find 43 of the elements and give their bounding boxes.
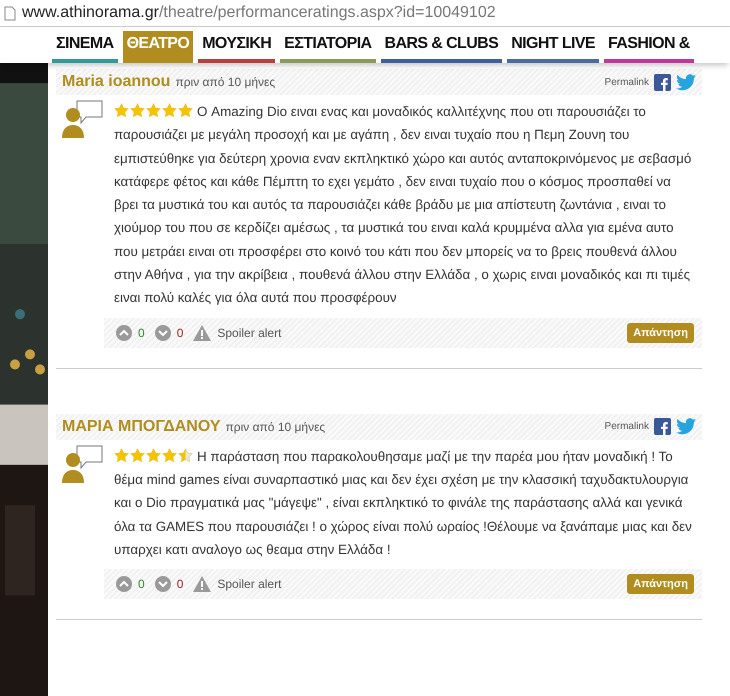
star-icon xyxy=(162,103,177,118)
url-text[interactable]: www.athinorama.gr/theatre/performanceratings.aspx?id=10049102 xyxy=(22,4,496,22)
star-icon xyxy=(130,103,145,118)
permalink[interactable]: Permalink xyxy=(604,76,649,88)
review-text: Ο Amazing Dio ειναι ενας και μοναδικός καλλιτέχνης που οτι παρουσιάζει το παρουσιάζει με μεγάλη προσοχή και με αγάπη , δεν ειναι τυχαίο που η Πεμη Ζουνη του εμπιστεύθηκε για δεύτερη χρονια εναν εκπληκτικό χώρο και αυτός ανταποκρινόμενος με σεβασμό κατάφερε φέτος και κάθε Πέμπτη το εχει γεμάτο , δεν ειναι τυχαίο που ο κόσμος προσπαθεί να βρει τα μυστικά του και αυτός τα παρουσιάζει κάθε βράδυ με μια απίστευτη ζωντάνια , ειναι το χιούμορ του που σε κερδίζει αμέσως , τα μυστικά του ειναι καλά κρυμμένα αλλα για εμένα αυτο που μετράει ειναι οτι προσφέρει στο κοινό του κάτι που δεν μπορείς να το βρεις πουθενά άλλου στην Αθήνα , για την ακρίβεια , πουθενά άλλου στην Ελλάδα , ο χωρις ειναι μοναδικός και πι τιμές ειναι πολύ καλές για όλα αυτά που προσφέρουν xyxy=(114,102,692,308)
twitter-icon[interactable] xyxy=(676,418,696,436)
warning-icon[interactable] xyxy=(193,576,212,592)
nav-tab[interactable]: FASHION & xyxy=(604,31,694,63)
downvote-count: 0 xyxy=(176,326,184,340)
upvote-count: 0 xyxy=(138,577,145,592)
star-icon xyxy=(162,448,177,463)
star-icon xyxy=(146,103,161,118)
upvote-count: 0 xyxy=(138,326,145,340)
facebook-icon[interactable] xyxy=(654,418,671,436)
nav-tab[interactable]: ΕΣΤΙΑΤΟΡΙΑ xyxy=(280,31,376,63)
thumbs-down-icon[interactable] xyxy=(154,576,171,592)
thumbs-down-icon[interactable] xyxy=(154,324,171,341)
thumbs-up-icon[interactable] xyxy=(116,324,132,341)
spoiler-alert-link[interactable]: Spoiler alert xyxy=(217,577,282,592)
star-icon xyxy=(114,103,129,118)
warning-icon[interactable] xyxy=(193,324,212,341)
star-icon xyxy=(146,448,161,463)
star-icon xyxy=(114,448,129,463)
post-time: πριν από 10 μήνες xyxy=(225,420,326,434)
user-comment-icon xyxy=(62,100,104,140)
spoiler-alert-link[interactable]: Spoiler alert xyxy=(217,326,282,340)
twitter-icon[interactable] xyxy=(676,74,696,90)
star-icon xyxy=(178,103,193,118)
address-bar[interactable]: www.athinorama.gr/theatre/performanceratings.aspx?id=10049102 xyxy=(0,0,730,27)
downvote-count: 0 xyxy=(176,577,184,592)
review-text: Η παράσταση που παρακολουθησαμε μαζί με την παρέα μου ήταν μοναδική ! Το θέμα mind games είναι συναρπαστικό μιας και δεν έχει σχέση με την κλασσική ταχυδακτυλουργια και ο Dio πραγματικά μας "μάγεψε" , είναι εκπληκτικό το φινάλε της παράστασης αλλά και γενικά όλα τα GAMES που παρουσιάζει ! ο χώρος είναι πολύ ωραίος !Θέλουμε να ξανάπαμε μιας και δεν υπαρχει κατι αναλογο ως θεαμα στην Ελλάδα ! xyxy=(114,446,693,559)
star-icon xyxy=(178,448,193,463)
permalink[interactable]: Permalink xyxy=(604,421,649,432)
nav-tab[interactable]: BARS & CLUBS xyxy=(380,31,502,63)
thumbs-up-icon[interactable] xyxy=(116,576,132,592)
nav-tab[interactable]: ΜΟΥΣΙΚΗ xyxy=(198,31,276,63)
star-icon xyxy=(130,448,145,463)
nav-tab[interactable]: NIGHT LIVE xyxy=(507,31,599,63)
user-comment-icon xyxy=(62,444,104,485)
post-time: πριν από 10 μήνες xyxy=(175,75,276,89)
page-icon xyxy=(4,6,16,20)
nav-tab[interactable]: ΣΙΝΕΜΑ xyxy=(52,31,118,63)
facebook-icon[interactable] xyxy=(654,74,671,90)
